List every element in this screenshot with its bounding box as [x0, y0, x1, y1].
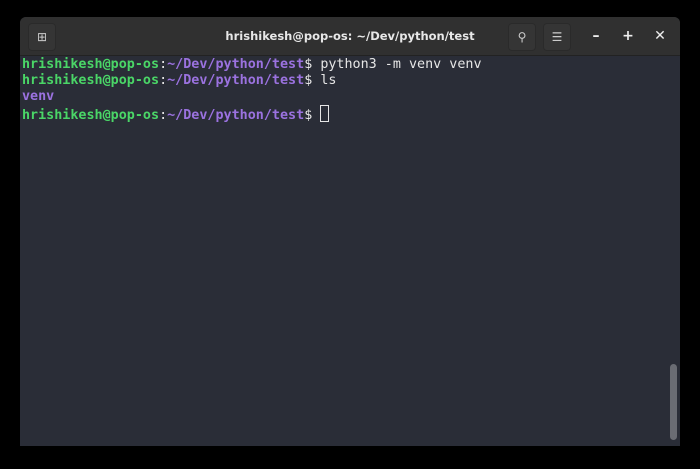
maximize-button[interactable]: + [617, 25, 639, 47]
title-bar: ⊞ hrishikesh@pop-os: ~/Dev/python/test ⚲… [20, 17, 680, 56]
prompt-symbol: $ [304, 108, 321, 123]
terminal-line: venv [22, 89, 666, 105]
search-icon: ⚲ [517, 30, 527, 44]
menu-button[interactable]: ☰ [543, 23, 571, 51]
prompt-symbol: $ [304, 57, 321, 72]
prompt-path: ~/Dev/python/test [167, 73, 305, 88]
command-text: ls [320, 73, 337, 88]
output-directory: venv [22, 89, 55, 104]
prompt-symbol: $ [304, 73, 321, 88]
close-button[interactable]: ✕ [649, 25, 671, 47]
scrollbar-thumb[interactable] [670, 364, 677, 440]
search-button[interactable]: ⚲ [508, 23, 536, 51]
minimize-icon: – [592, 28, 600, 44]
hamburger-menu-icon: ☰ [551, 30, 563, 44]
prompt-sep: : [159, 108, 168, 123]
terminal-line: hrishikesh@pop-os:~/Dev/python/test$ ls [22, 73, 666, 89]
terminal-line: hrishikesh@pop-os:~/Dev/python/test$ pyt… [22, 57, 666, 73]
prompt-path: ~/Dev/python/test [167, 108, 305, 123]
prompt-path: ~/Dev/python/test [167, 57, 305, 72]
prompt-sep: : [159, 73, 168, 88]
maximize-icon: + [622, 28, 634, 44]
terminal-output[interactable]: hrishikesh@pop-os:~/Dev/python/test$ pyt… [22, 57, 666, 446]
prompt-user: hrishikesh@pop-os [22, 57, 160, 72]
close-icon: ✕ [654, 28, 666, 44]
text-cursor [320, 105, 330, 122]
terminal-window: ⊞ hrishikesh@pop-os: ~/Dev/python/test ⚲… [20, 17, 680, 446]
terminal-line: hrishikesh@pop-os:~/Dev/python/test$ [22, 105, 666, 124]
prompt-user: hrishikesh@pop-os [22, 73, 160, 88]
prompt-user: hrishikesh@pop-os [22, 108, 160, 123]
minimize-button[interactable]: – [585, 25, 607, 47]
command-text: python3 -m venv venv [320, 57, 482, 72]
prompt-sep: : [159, 57, 168, 72]
window-title: hrishikesh@pop-os: ~/Dev/python/test [225, 29, 475, 43]
